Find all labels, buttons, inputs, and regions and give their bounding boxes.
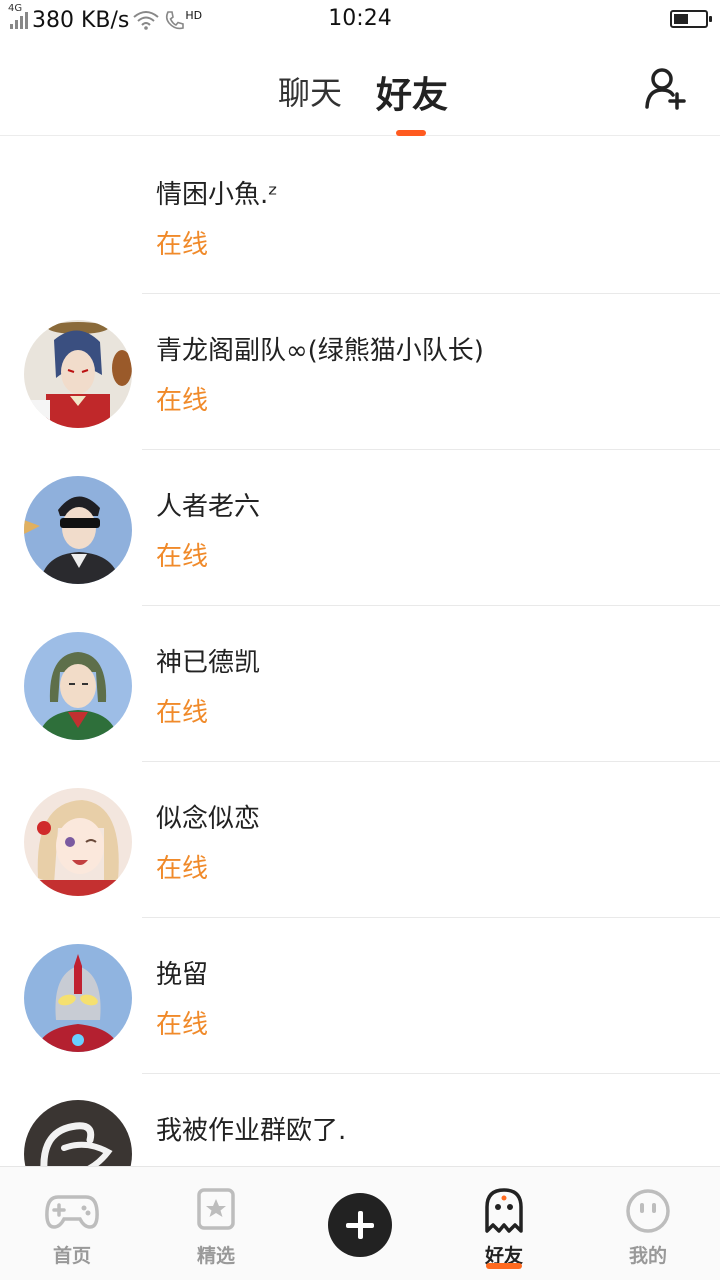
star-bookmark-icon <box>197 1188 235 1230</box>
active-tab-indicator <box>396 130 426 136</box>
friend-name: 挽留 <box>156 960 209 990</box>
top-header: 聊天 好友 <box>0 40 720 136</box>
nav-featured[interactable]: 精选 <box>144 1167 288 1280</box>
gamepad-icon <box>45 1195 99 1229</box>
tab-chat[interactable]: 聊天 <box>278 68 342 114</box>
blue-hair-character-icon[interactable] <box>24 320 132 428</box>
sunglasses-character-icon[interactable] <box>24 476 132 584</box>
friend-row[interactable]: 人者老六 在线 <box>0 450 720 606</box>
friend-status: 在线 <box>156 542 209 572</box>
friend-name: 情困小魚.ᶻ <box>156 180 278 210</box>
calligraphy-icon[interactable] <box>24 1100 132 1166</box>
add-friend-icon[interactable] <box>644 66 688 110</box>
friend-name: 似念似恋 <box>156 804 261 834</box>
nav-featured-label: 精选 <box>196 1245 235 1267</box>
tab-friends[interactable]: 好友 <box>376 66 448 118</box>
friend-list[interactable]: 情困小魚.ᶻ 在线 青龙阁副队∞(绿熊猫小队长) 在线 人者老六 在线 神已德凯… <box>0 138 720 1166</box>
friend-name: 我被作业群欧了. <box>156 1116 347 1146</box>
face-icon <box>626 1189 670 1233</box>
friend-row[interactable]: 似念似恋 在线 <box>0 762 720 918</box>
friend-row[interactable]: 我被作业群欧了. 在线 <box>0 1074 720 1166</box>
green-hair-character-icon[interactable] <box>24 632 132 740</box>
nav-home[interactable]: 首页 <box>0 1167 144 1280</box>
friend-row[interactable]: 挽留 在线 <box>0 918 720 1074</box>
nav-active-indicator <box>486 1263 522 1269</box>
clock: 10:24 <box>328 6 392 31</box>
create-plus-button[interactable] <box>328 1193 392 1257</box>
nav-me[interactable]: 我的 <box>576 1167 720 1280</box>
battery-icon <box>670 10 712 28</box>
friend-status: 在线 <box>156 386 209 416</box>
friend-status: 在线 <box>156 854 209 884</box>
friend-status: 在线 <box>156 698 209 728</box>
friend-row[interactable]: 情困小魚.ᶻ 在线 <box>0 138 720 294</box>
nav-friends[interactable]: 好友 <box>432 1167 576 1280</box>
friend-row[interactable]: 神已德凯 在线 <box>0 606 720 762</box>
friend-name: 神已德凯 <box>156 648 261 678</box>
nav-me-label: 我的 <box>628 1245 667 1267</box>
nav-home-label: 首页 <box>52 1245 91 1267</box>
bottom-nav: 首页 精选 好友 我的 <box>0 1166 720 1280</box>
ultraman-icon[interactable] <box>24 944 132 1052</box>
friend-name: 人者老六 <box>156 492 261 522</box>
friend-row[interactable]: 青龙阁副队∞(绿熊猫小队长) 在线 <box>0 294 720 450</box>
friend-status: 在线 <box>156 230 209 260</box>
status-bar: 4G 380 KB/s HD 10:24 <box>0 0 720 40</box>
friend-status: 在线 <box>156 1010 209 1040</box>
friend-name: 青龙阁副队∞(绿熊猫小队长) <box>156 336 484 366</box>
blonde-girl-character-icon[interactable] <box>24 788 132 896</box>
ghost-icon <box>485 1188 523 1233</box>
